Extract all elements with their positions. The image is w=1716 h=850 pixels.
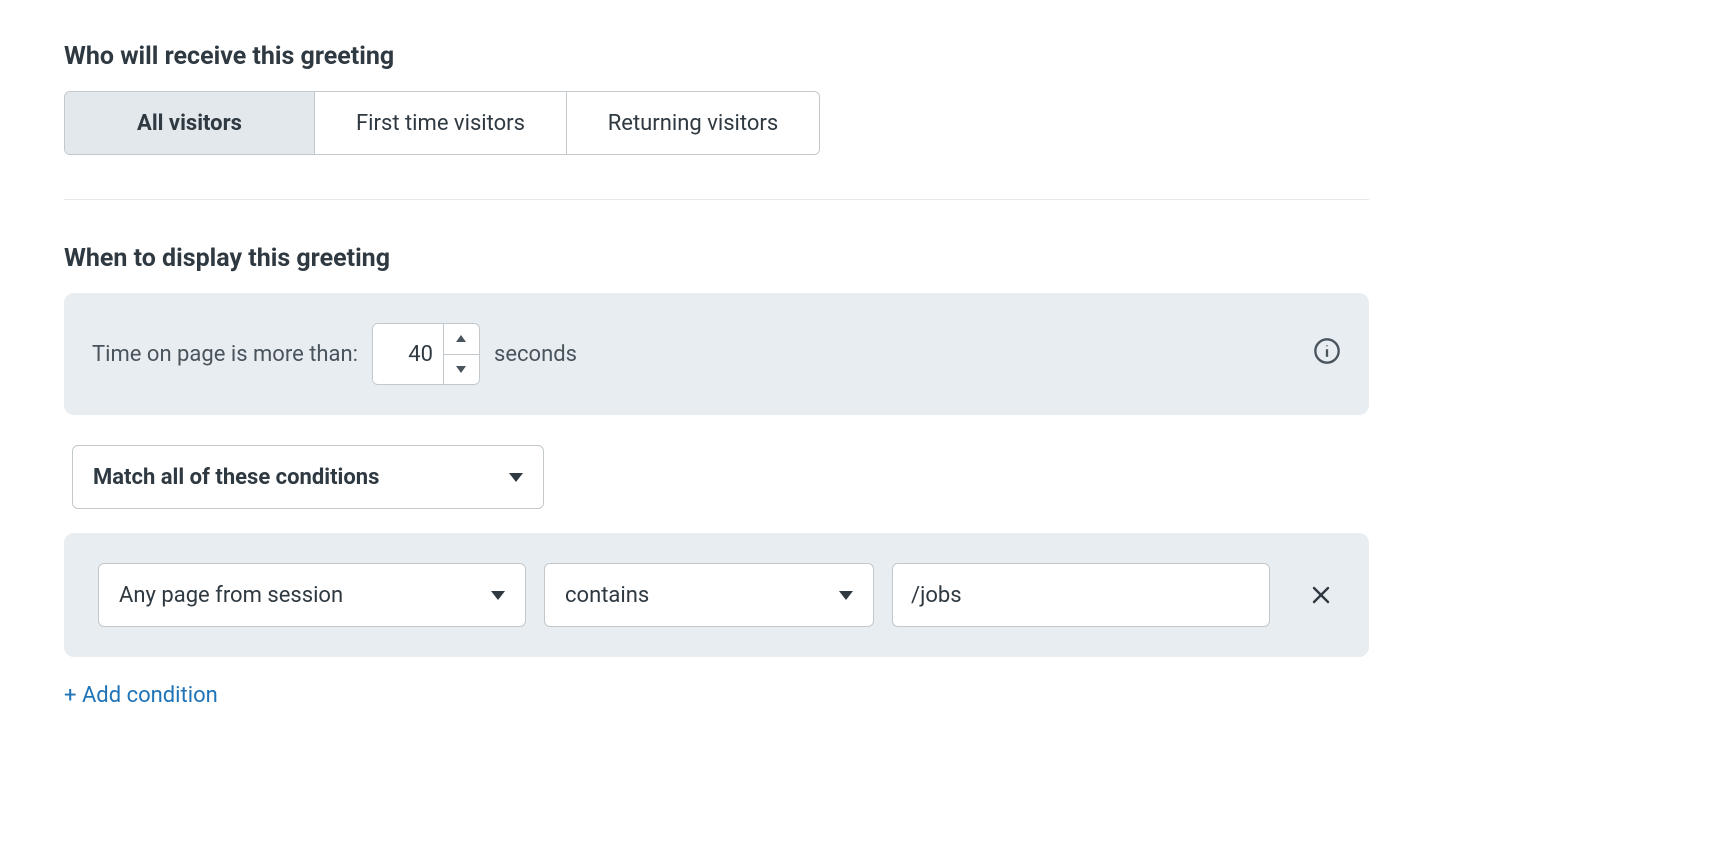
close-icon <box>1309 583 1333 607</box>
match-mode-label: Match all of these conditions <box>93 465 379 490</box>
time-on-page-panel: Time on page is more than: seconds <box>64 293 1369 415</box>
condition-operator-label: contains <box>565 583 649 608</box>
who-section-title: Who will receive this greeting <box>64 42 1652 71</box>
stepper-buttons <box>443 324 479 384</box>
condition-field-select[interactable]: Any page from session <box>98 563 526 627</box>
chevron-up-icon <box>456 335 466 342</box>
time-on-page-units: seconds <box>494 342 577 367</box>
stepper-down-button[interactable] <box>444 355 479 385</box>
tab-first-time-visitors[interactable]: First time visitors <box>315 92 567 154</box>
caret-down-icon <box>491 591 505 600</box>
time-on-page-stepper <box>372 323 480 385</box>
condition-row: Any page from session contains <box>64 533 1369 657</box>
tab-all-visitors[interactable]: All visitors <box>65 92 315 154</box>
info-icon[interactable] <box>1313 337 1341 371</box>
audience-segmented-control: All visitors First time visitors Returni… <box>64 91 820 155</box>
when-section-title: When to display this greeting <box>64 244 1652 273</box>
remove-condition-button[interactable] <box>1303 577 1339 613</box>
section-divider <box>64 199 1369 200</box>
tab-all-visitors-label: All visitors <box>137 111 242 136</box>
match-mode-select[interactable]: Match all of these conditions <box>72 445 544 509</box>
caret-down-icon <box>839 591 853 600</box>
greeting-settings-page: Who will receive this greeting All visit… <box>0 0 1716 750</box>
chevron-down-icon <box>456 366 466 373</box>
condition-value-input[interactable] <box>892 563 1270 627</box>
tab-returning-visitors[interactable]: Returning visitors <box>567 92 819 154</box>
condition-field-label: Any page from session <box>119 583 343 608</box>
tab-returning-visitors-label: Returning visitors <box>608 111 779 136</box>
condition-operator-select[interactable]: contains <box>544 563 874 627</box>
add-condition-link[interactable]: + Add condition <box>64 683 218 708</box>
time-on-page-label: Time on page is more than: <box>92 342 358 367</box>
time-on-page-input[interactable] <box>373 324 443 384</box>
stepper-up-button[interactable] <box>444 324 479 355</box>
caret-down-icon <box>509 473 523 482</box>
tab-first-time-visitors-label: First time visitors <box>356 111 525 136</box>
